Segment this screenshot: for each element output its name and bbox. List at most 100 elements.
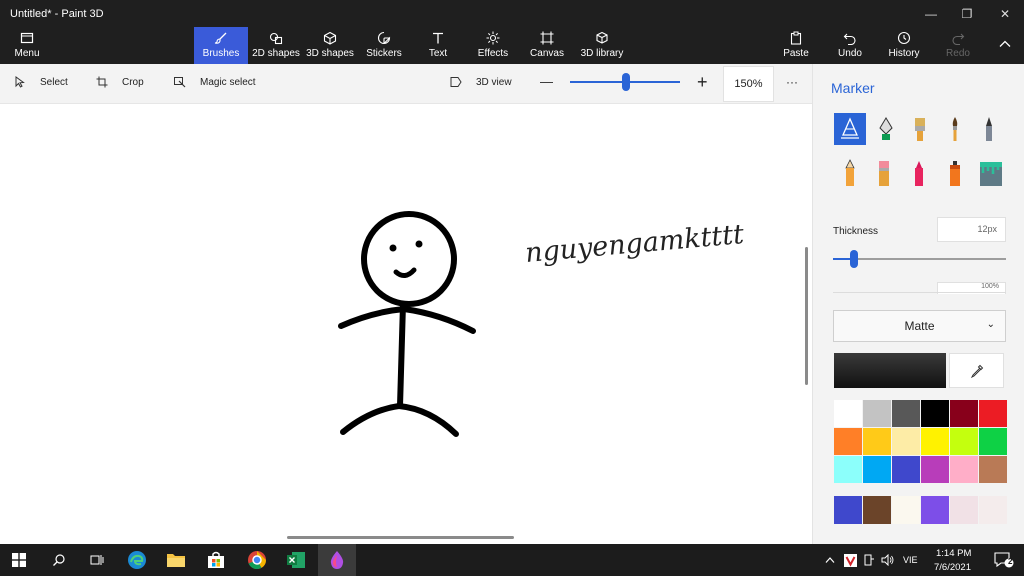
usb-tray-button[interactable] <box>860 544 878 576</box>
undo-label: Undo <box>838 48 862 59</box>
color-swatch[interactable] <box>921 400 949 427</box>
color-swatch[interactable] <box>892 428 920 455</box>
language-indicator[interactable]: VIE <box>903 555 918 565</box>
pencil-icon <box>845 159 855 186</box>
pencil-tool[interactable] <box>834 157 866 189</box>
collapse-ribbon-button[interactable] <box>990 27 1020 64</box>
task-view-button[interactable] <box>78 544 116 576</box>
color-swatch[interactable] <box>979 400 1007 427</box>
tab-3d-shapes[interactable]: 3D shapes <box>304 27 356 64</box>
3d-view-button[interactable]: 3D view <box>450 76 512 88</box>
custom-color-swatch[interactable] <box>950 496 978 524</box>
color-swatch[interactable] <box>863 456 891 483</box>
pixel-pen-tool[interactable] <box>973 113 1005 145</box>
start-button[interactable] <box>0 544 38 576</box>
spray-can-tool[interactable] <box>939 157 971 189</box>
current-color[interactable] <box>834 353 946 388</box>
close-button[interactable]: ✕ <box>986 0 1024 28</box>
color-swatch[interactable] <box>979 428 1007 455</box>
clock-date[interactable]: 7/6/2021 <box>934 562 971 573</box>
zoom-out-button[interactable]: — <box>540 74 553 89</box>
file-explorer-button[interactable] <box>157 544 195 576</box>
tab-label: 2D shapes <box>252 48 300 59</box>
tab-2d-shapes[interactable]: 2D shapes <box>250 27 302 64</box>
notifications-button[interactable]: 2 <box>984 544 1024 576</box>
eraser-icon <box>879 161 889 186</box>
color-swatch[interactable] <box>921 428 949 455</box>
oil-brush-icon <box>915 118 925 141</box>
paint3d-button[interactable] <box>318 544 356 576</box>
signature-text: nguyengamktttt <box>524 219 745 269</box>
color-swatch[interactable] <box>892 456 920 483</box>
thickness-slider-thumb[interactable] <box>850 250 858 268</box>
custom-color-swatch[interactable] <box>863 496 891 524</box>
menu-button[interactable]: Menu <box>8 27 46 64</box>
zoom-level[interactable]: 150% <box>723 66 774 102</box>
tab-brushes[interactable]: Brushes <box>194 27 248 64</box>
clock-time[interactable]: 1:14 PM <box>936 548 971 559</box>
color-swatch[interactable] <box>834 456 862 483</box>
tab-3d-library[interactable]: 3D library <box>578 27 626 64</box>
sun-icon <box>486 31 500 45</box>
crayon-tool[interactable] <box>903 157 935 189</box>
paste-button[interactable]: Paste <box>778 27 814 64</box>
custom-color-swatch[interactable] <box>979 496 1007 524</box>
notification-count: 2 <box>1008 557 1013 566</box>
eyedropper-button[interactable] <box>949 353 1004 388</box>
crop-label: Crop <box>122 76 144 88</box>
color-swatch[interactable] <box>863 400 891 427</box>
antivirus-tray-button[interactable] <box>840 544 860 576</box>
maximize-button[interactable]: ❐ <box>948 0 986 28</box>
marker-tool[interactable] <box>834 113 866 145</box>
zoom-in-button[interactable]: + <box>697 72 708 93</box>
tab-stickers[interactable]: Stickers <box>360 27 408 64</box>
color-swatch[interactable] <box>892 400 920 427</box>
color-swatch[interactable] <box>921 456 949 483</box>
select-button[interactable]: Select <box>14 76 68 88</box>
store-button[interactable] <box>197 544 235 576</box>
chrome-icon <box>248 551 266 570</box>
figure-mouth <box>393 267 417 278</box>
color-swatch[interactable] <box>979 456 1007 483</box>
minimize-button[interactable]: — <box>912 0 950 28</box>
chrome-button[interactable] <box>238 544 276 576</box>
thickness-input[interactable]: 12px <box>937 217 1006 242</box>
zoom-slider-thumb[interactable] <box>622 73 630 91</box>
custom-color-swatch[interactable] <box>892 496 920 524</box>
history-button[interactable]: History <box>884 27 924 64</box>
oil-brush-tool[interactable] <box>904 113 936 145</box>
color-swatch[interactable] <box>863 428 891 455</box>
tab-label: Brushes <box>202 48 240 59</box>
edge-button[interactable] <box>118 544 156 576</box>
magic-select-button[interactable]: Magic select <box>174 76 256 88</box>
thickness-slider-track[interactable] <box>833 258 1006 260</box>
tray-expand-button[interactable] <box>820 544 840 576</box>
file-explorer-icon <box>167 554 185 567</box>
color-swatch[interactable] <box>950 400 978 427</box>
custom-color-swatch[interactable] <box>834 496 862 524</box>
crop-button[interactable]: Crop <box>96 76 144 88</box>
fill-tool[interactable] <box>975 157 1007 189</box>
vertical-scrollbar[interactable] <box>805 247 808 385</box>
color-swatch[interactable] <box>834 428 862 455</box>
tab-effects[interactable]: Effects <box>472 27 514 64</box>
color-swatch[interactable] <box>834 400 862 427</box>
search-button[interactable] <box>40 544 78 576</box>
drawing-canvas[interactable]: nguyengamktttt <box>0 104 812 544</box>
tab-canvas[interactable]: Canvas <box>526 27 568 64</box>
redo-button[interactable]: Redo <box>940 27 976 64</box>
more-options-button[interactable]: ··· <box>786 75 798 89</box>
watercolor-tool[interactable] <box>939 113 971 145</box>
color-swatch[interactable] <box>950 428 978 455</box>
clipboard-icon <box>789 31 803 45</box>
tab-text[interactable]: Text <box>418 27 458 64</box>
color-swatch[interactable] <box>950 456 978 483</box>
custom-color-swatch[interactable] <box>921 496 949 524</box>
horizontal-scrollbar[interactable] <box>287 536 514 539</box>
eraser-tool[interactable] <box>868 157 900 189</box>
calligraphy-pen-tool[interactable] <box>870 113 902 145</box>
volume-tray-button[interactable] <box>878 544 896 576</box>
undo-button[interactable]: Undo <box>832 27 868 64</box>
excel-button[interactable] <box>277 544 315 576</box>
finish-dropdown[interactable]: Matte ⌄ <box>833 310 1006 342</box>
